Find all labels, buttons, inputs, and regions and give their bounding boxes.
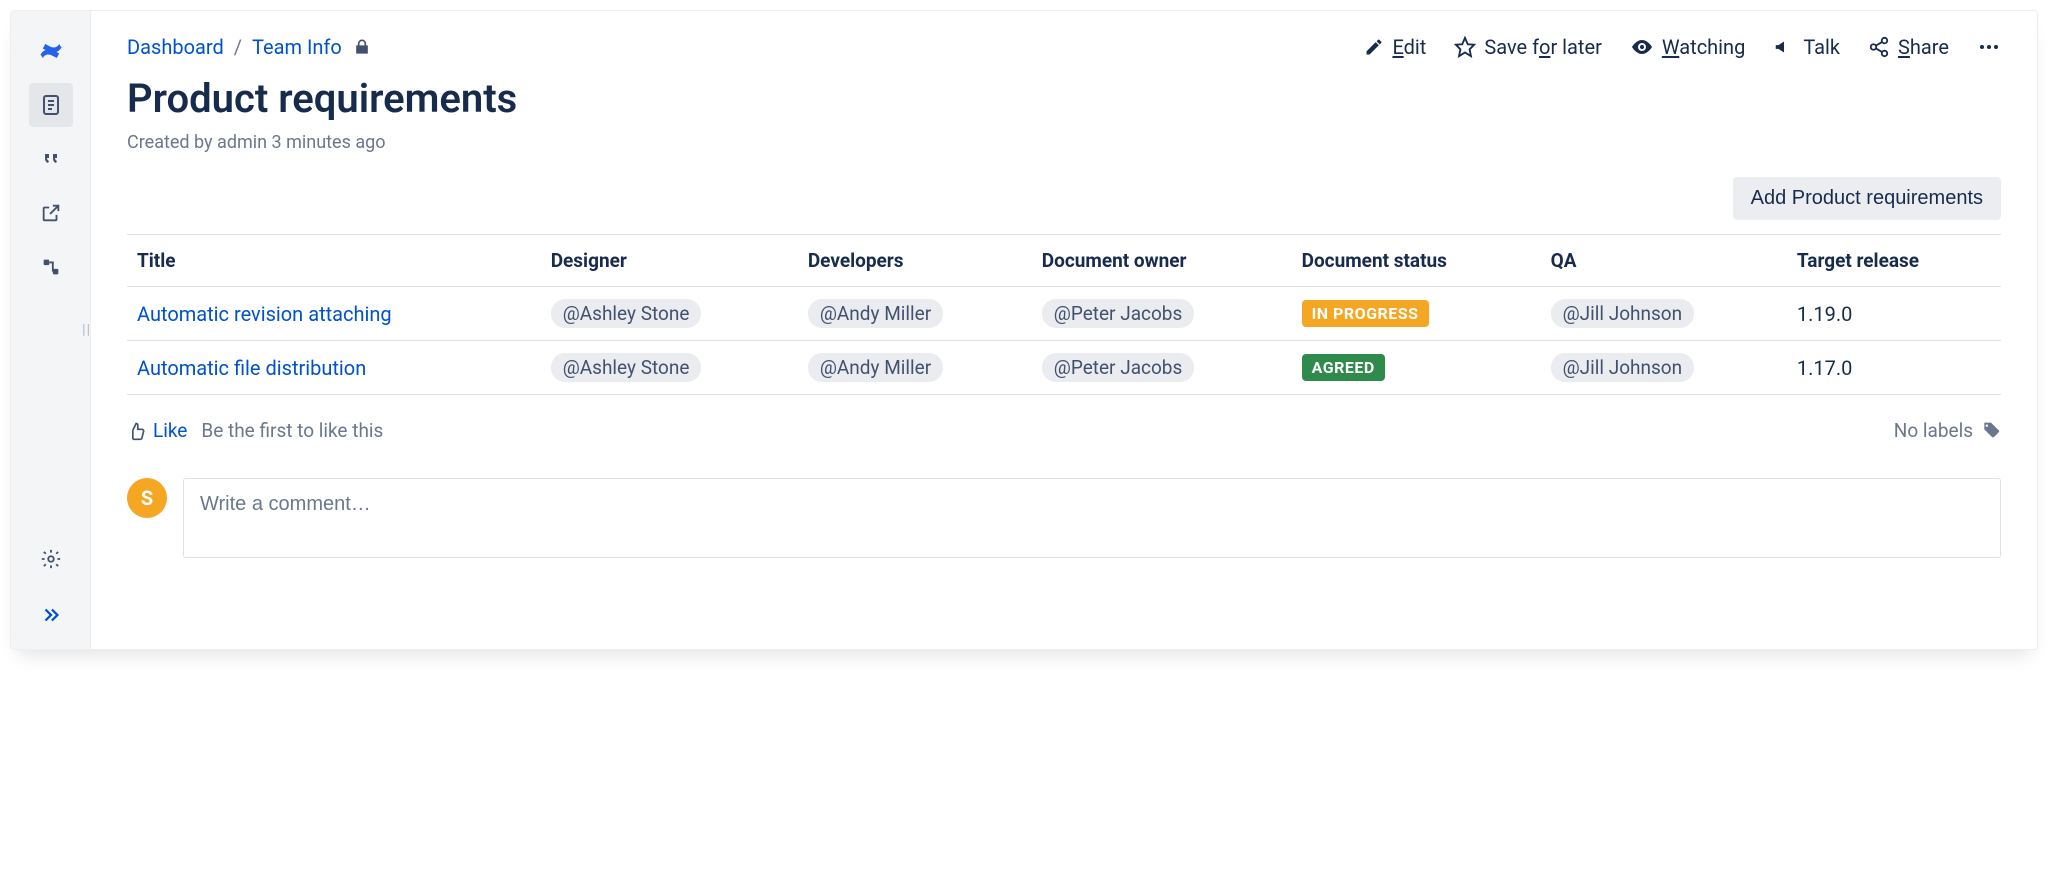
target-release: 1.19.0 <box>1787 287 2001 341</box>
mention-designer[interactable]: @Ashley Stone <box>551 299 702 328</box>
mention-owner[interactable]: @Peter Jacobs <box>1042 353 1195 382</box>
sidebar-expand-icon[interactable] <box>29 593 73 637</box>
col-designer: Designer <box>541 235 798 287</box>
avatar: S <box>127 478 167 518</box>
tag-icon <box>1981 421 2001 441</box>
col-developers: Developers <box>798 235 1032 287</box>
star-icon <box>1454 36 1476 58</box>
like-button[interactable]: Like <box>127 419 187 442</box>
status-badge: IN PROGRESS <box>1302 300 1429 327</box>
page-meta: Created by admin 3 minutes ago <box>127 132 2001 153</box>
table-row: Automatic file distribution @Ashley Stone… <box>127 341 2001 395</box>
sidebar: || <box>11 11 91 649</box>
target-release: 1.17.0 <box>1787 341 2001 395</box>
save-label: Save for later <box>1484 35 1602 59</box>
thumbs-up-icon <box>127 421 147 441</box>
status-badge: AGREED <box>1302 354 1385 381</box>
col-qa: QA <box>1541 235 1787 287</box>
app-window: || Dashboard / Team Info Edit Save for l <box>10 10 2038 650</box>
eye-icon <box>1630 35 1654 59</box>
col-owner: Document owner <box>1032 235 1292 287</box>
more-actions[interactable] <box>1977 35 2001 59</box>
col-target: Target release <box>1787 235 2001 287</box>
table-row: Automatic revision attaching @Ashley Ston… <box>127 287 2001 341</box>
breadcrumb-dashboard[interactable]: Dashboard <box>127 35 224 59</box>
sidebar-page-icon[interactable] <box>29 83 73 127</box>
page-actions: Edit Save for later Watching Talk Share <box>1364 35 2001 59</box>
restrictions-icon[interactable] <box>352 37 372 57</box>
pencil-icon <box>1364 37 1384 57</box>
mention-developer[interactable]: @Andy Miller <box>808 353 943 382</box>
more-icon <box>1977 35 2001 59</box>
main-content: Dashboard / Team Info Edit Save for late… <box>91 11 2037 649</box>
breadcrumb-separator: / <box>234 35 242 59</box>
top-bar: Dashboard / Team Info Edit Save for late… <box>127 35 2001 59</box>
sidebar-quote-icon[interactable] <box>29 137 73 181</box>
row-title-link[interactable]: Automatic file distribution <box>137 356 366 380</box>
megaphone-icon <box>1773 36 1795 58</box>
labels-area[interactable]: No labels <box>1894 419 2001 442</box>
page-footer-actions: Like Be the first to like this No labels <box>127 419 2001 442</box>
mention-owner[interactable]: @Peter Jacobs <box>1042 299 1195 328</box>
edit-label: Edit <box>1392 35 1426 59</box>
col-title: Title <box>127 235 541 287</box>
sidebar-tree-icon[interactable] <box>29 245 73 289</box>
share-icon <box>1868 36 1890 58</box>
add-product-requirements-button[interactable]: Add Product requirements <box>1733 177 2001 220</box>
comment-box[interactable] <box>183 478 2001 558</box>
page-title: Product requirements <box>127 75 2001 122</box>
talk-action[interactable]: Talk <box>1773 35 1840 59</box>
comment-section: S <box>127 478 2001 558</box>
sidebar-external-link-icon[interactable] <box>29 191 73 235</box>
sidebar-settings-icon[interactable] <box>29 537 73 581</box>
watching-label: Watching <box>1662 35 1745 59</box>
table-header-row: Title Designer Developers Document owner… <box>127 235 2001 287</box>
confluence-logo-icon[interactable] <box>29 29 73 73</box>
mention-developer[interactable]: @Andy Miller <box>808 299 943 328</box>
save-for-later-action[interactable]: Save for later <box>1454 35 1602 59</box>
row-title-link[interactable]: Automatic revision attaching <box>137 302 392 326</box>
talk-label: Talk <box>1803 35 1840 59</box>
like-hint: Be the first to like this <box>201 419 383 442</box>
share-label: Share <box>1898 35 1949 59</box>
mention-qa[interactable]: @Jill Johnson <box>1551 353 1695 382</box>
mention-designer[interactable]: @Ashley Stone <box>551 353 702 382</box>
breadcrumb: Dashboard / Team Info <box>127 35 372 59</box>
col-status: Document status <box>1292 235 1541 287</box>
mention-qa[interactable]: @Jill Johnson <box>1551 299 1695 328</box>
like-label: Like <box>153 419 187 442</box>
requirements-table: Title Designer Developers Document owner… <box>127 234 2001 395</box>
edit-action[interactable]: Edit <box>1364 35 1426 59</box>
no-labels-text: No labels <box>1894 419 1973 442</box>
comment-input[interactable] <box>200 493 1984 516</box>
watching-action[interactable]: Watching <box>1630 35 1745 59</box>
share-action[interactable]: Share <box>1868 35 1949 59</box>
breadcrumb-team-info[interactable]: Team Info <box>252 35 342 59</box>
sidebar-resize-grip[interactable]: || <box>82 322 91 338</box>
